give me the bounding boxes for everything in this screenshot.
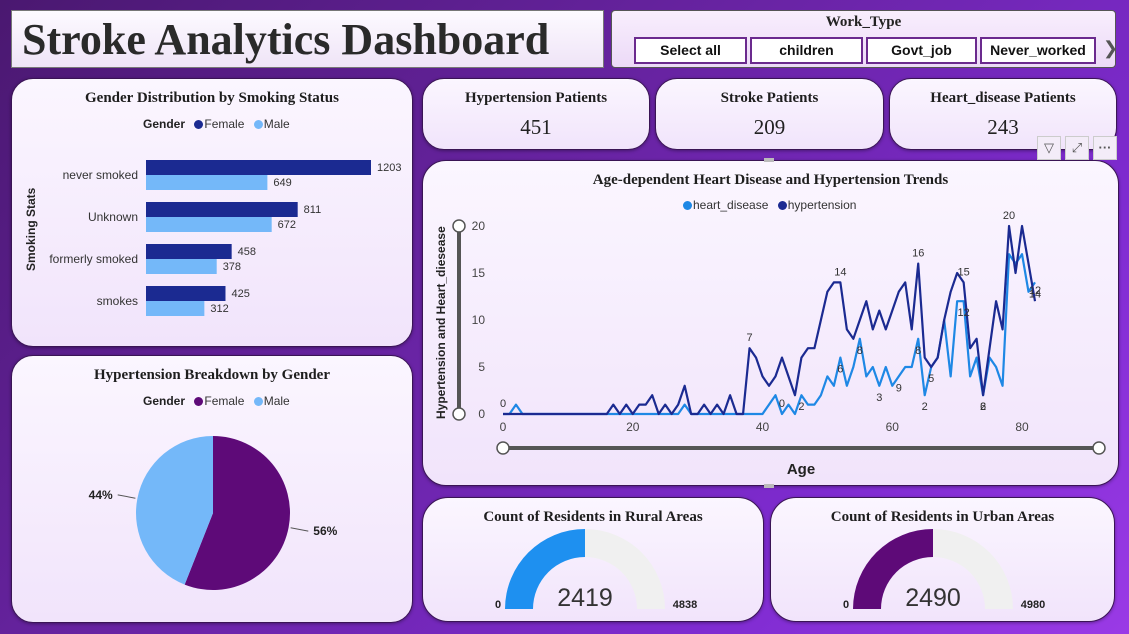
- line-data-label: 7: [746, 332, 752, 344]
- line-data-label: 5: [928, 373, 934, 385]
- line-data-label: 14: [834, 266, 846, 278]
- y-tick-label: 20: [472, 219, 486, 233]
- category-label: Unknown: [88, 210, 138, 224]
- gauge-value: 2419: [557, 584, 613, 612]
- line-data-label: 16: [912, 248, 924, 260]
- gauge-max-label: 4980: [1021, 599, 1045, 611]
- bar-value-label: 649: [273, 177, 291, 189]
- line-data-label: 12: [958, 307, 970, 319]
- bar-male: [146, 259, 217, 274]
- gauge-min-label: 0: [843, 599, 849, 611]
- y-tick-label: 0: [478, 407, 485, 421]
- line-data-label: 2: [922, 401, 928, 413]
- slicer-option-select-all[interactable]: Select all: [634, 37, 747, 64]
- visual-resize-handle[interactable]: [764, 484, 774, 488]
- gauge-value: 2490: [905, 584, 961, 612]
- line-data-label: 2: [980, 401, 986, 413]
- bar-value-label: 458: [238, 246, 256, 258]
- bar-male: [146, 175, 268, 190]
- bar-value-label: 425: [231, 288, 249, 300]
- pie-leader-line: [290, 527, 309, 532]
- line-data-label: 6: [837, 364, 843, 376]
- gauge-card-rural: Count of Residents in Rural Areas 2419 0 4…: [422, 497, 764, 622]
- bar-value-label: 312: [210, 303, 228, 315]
- visual-toolbar: ▽ ⤢ ···: [1037, 136, 1119, 160]
- kpi-card-hypertension: Hypertension Patients 451: [422, 78, 650, 150]
- y-axis-label: Smoking Stats: [24, 187, 38, 271]
- pie-leader-line: [117, 494, 136, 499]
- x-axis-label: Age: [787, 461, 815, 478]
- y-axis-label: Hypertension and Heart_diesease: [434, 226, 448, 419]
- x-range-slider-handle: [496, 441, 510, 455]
- pie-value-label: 56%: [313, 524, 337, 538]
- gauge-min-label: 0: [495, 599, 501, 611]
- slicer-option-never-worked[interactable]: Never_worked: [980, 37, 1096, 64]
- bar-female: [146, 202, 298, 217]
- chevron-right-icon[interactable]: ❯: [1103, 38, 1118, 59]
- line-data-label: 8: [915, 345, 921, 357]
- focus-mode-icon[interactable]: ⤢: [1065, 136, 1089, 160]
- x-tick-label: 0: [500, 420, 507, 434]
- age-trend-chart-card: Age-dependent Heart Disease and Hyperten…: [422, 160, 1119, 486]
- pie-value-label: 44%: [89, 488, 113, 502]
- line-data-label: 15: [958, 266, 970, 278]
- kpi-label: Hypertension Patients: [464, 90, 608, 106]
- bar-value-label: 811: [304, 204, 322, 216]
- slicer-title: Work_Type: [825, 14, 902, 30]
- filter-icon[interactable]: ▽: [1037, 136, 1061, 160]
- more-options-icon[interactable]: ···: [1093, 136, 1117, 160]
- urban-gauge: 2490 0 4980: [843, 529, 1045, 612]
- x-tick-label: 20: [626, 420, 640, 434]
- x-tick-label: 60: [886, 420, 900, 434]
- kpi-value: 209: [753, 115, 786, 139]
- line-data-label: 0: [779, 398, 785, 410]
- kpi-card-stroke: Stroke Patients 209: [655, 78, 884, 150]
- bar-female: [146, 286, 226, 301]
- category-label: never smoked: [63, 168, 138, 182]
- y-tick-label: 5: [478, 360, 485, 374]
- bar-female: [146, 160, 371, 175]
- x-range-slider-handle: [1092, 441, 1106, 455]
- kpi-label: Heart_disease Patients: [930, 90, 1076, 106]
- hypertension-gender-pie-card: Hypertension Breakdown by Gender Gender …: [11, 355, 413, 623]
- line-data-label: 3: [876, 392, 882, 404]
- bar-female: [146, 244, 232, 259]
- line-data-label: 12: [1029, 285, 1041, 297]
- line-data-label: 9: [896, 382, 902, 394]
- work-type-slicer: Work_Type Select all children Govt_job N…: [611, 10, 1118, 68]
- dashboard-title: Stroke Analytics Dashboard: [22, 15, 550, 64]
- line-data-label: 8: [857, 345, 863, 357]
- line-data-label: 2: [798, 401, 804, 413]
- category-label: formerly smoked: [49, 252, 138, 266]
- bar-value-label: 378: [223, 261, 241, 273]
- category-label: smokes: [97, 294, 138, 308]
- dashboard-title-box: Stroke Analytics Dashboard: [11, 10, 604, 68]
- slicer-option-govt-job[interactable]: Govt_job: [866, 37, 977, 64]
- smoking-bar-chart: Smoking Stats never smoked 1203 649 Unknown…: [24, 160, 401, 316]
- rural-gauge: 2419 0 4838: [495, 529, 697, 612]
- kpi-value: 451: [520, 115, 552, 139]
- line-data-label: 0: [500, 398, 506, 410]
- x-tick-label: 80: [1015, 420, 1029, 434]
- bar-value-label: 1203: [377, 162, 401, 174]
- age-trend-line-chart: Hypertension and Heart_diesease Age 0 5 10…: [434, 210, 1106, 478]
- kpi-label: Stroke Patients: [720, 90, 819, 106]
- x-tick-label: 40: [756, 420, 770, 434]
- line-data-label: 20: [1003, 210, 1015, 222]
- gauge-max-label: 4838: [673, 599, 697, 611]
- slicer-option-children[interactable]: children: [750, 37, 863, 64]
- smoking-gender-chart-card: Gender Distribution by Smoking Status Ge…: [11, 78, 413, 347]
- visual-resize-handle[interactable]: [764, 158, 774, 162]
- y-range-slider-handle: [452, 219, 466, 233]
- y-range-slider-handle: [452, 407, 466, 421]
- y-tick-label: 10: [472, 313, 486, 327]
- bar-male: [146, 217, 272, 232]
- hypertension-pie-chart: 56% 44%: [89, 436, 338, 590]
- y-tick-label: 15: [472, 266, 486, 280]
- bar-value-label: 672: [278, 219, 296, 231]
- gauge-card-urban: Count of Residents in Urban Areas 2490 0 4…: [770, 497, 1115, 622]
- bar-male: [146, 301, 205, 316]
